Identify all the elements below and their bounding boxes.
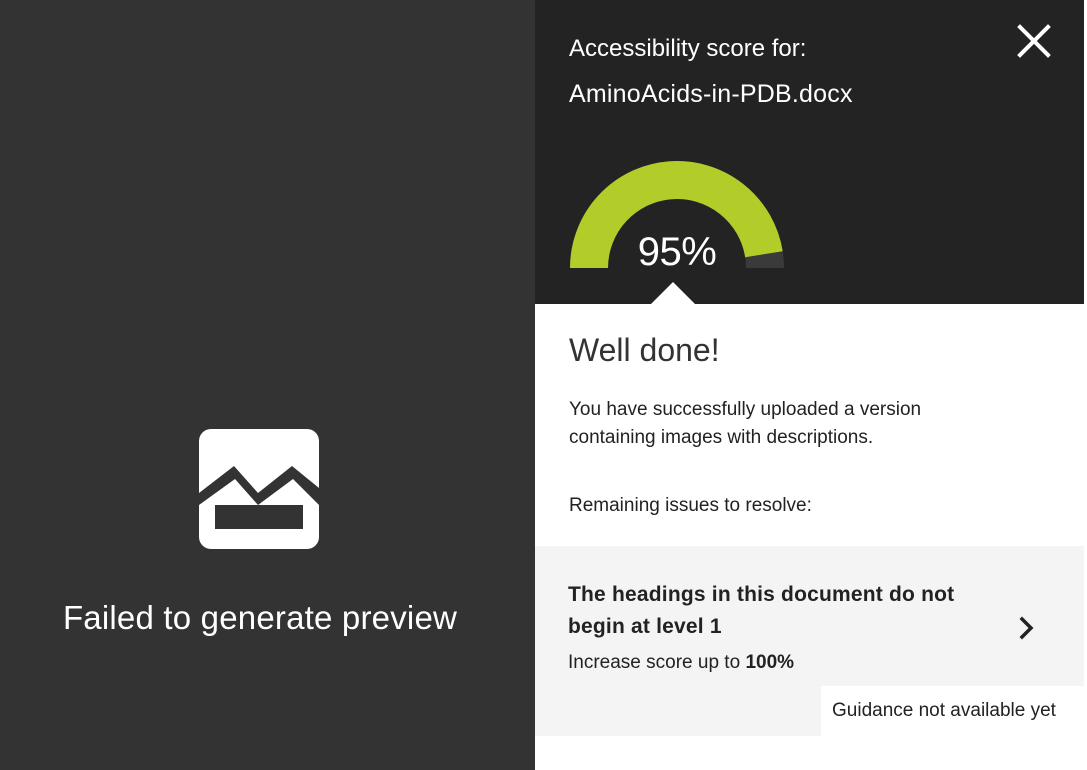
score-header: Accessibility score for: AminoAcids-in-P…	[535, 0, 1084, 304]
accessibility-panel: Accessibility score for: AminoAcids-in-P…	[535, 0, 1087, 770]
broken-image-icon	[199, 429, 319, 549]
close-icon[interactable]	[1015, 22, 1053, 60]
issue-score-prefix: Increase score up to	[568, 652, 746, 673]
issue-score-value: 100%	[745, 652, 795, 673]
issue-card[interactable]: The headings in this document do not beg…	[535, 546, 1084, 736]
file-name: AminoAcids-in-PDB.docx	[569, 80, 853, 108]
remaining-issues-label: Remaining issues to resolve:	[569, 495, 812, 516]
score-label: Accessibility score for:	[569, 35, 807, 62]
result-message: You have successfully uploaded a version…	[569, 399, 922, 448]
document-preview-pane: Failed to generate preview	[0, 0, 535, 770]
pointer-triangle	[651, 282, 695, 304]
preview-error-message: Failed to generate preview	[62, 599, 458, 636]
issue-title: The headings in this document do not beg…	[568, 583, 955, 638]
chevron-right-icon[interactable]	[1018, 615, 1036, 641]
guidance-note: Guidance not available yet	[821, 686, 1084, 736]
score-value: 95%	[637, 230, 717, 274]
result-title: Well done!	[569, 332, 720, 368]
issue-score-text: Increase score up to 100%	[568, 649, 794, 677]
